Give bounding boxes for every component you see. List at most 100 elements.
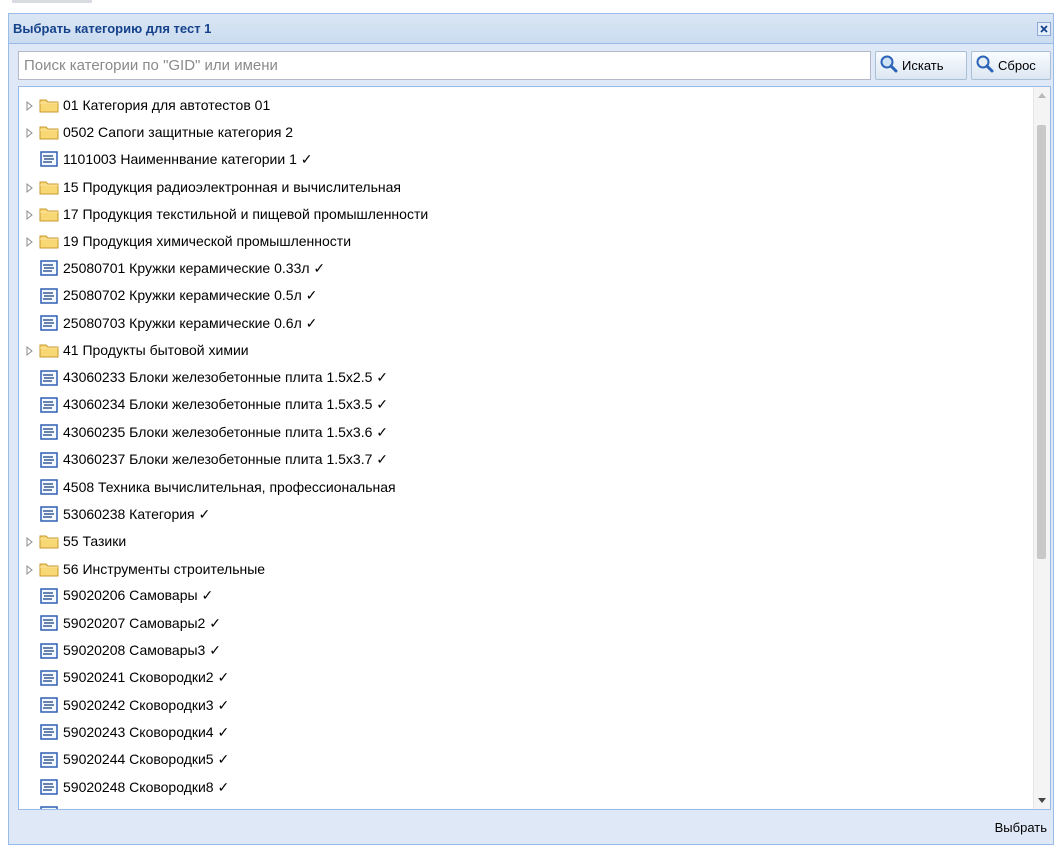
tree-folder-node[interactable]: 01 Категория для автотестов 01 — [19, 91, 1031, 118]
tree-node-label: 56 Инструменты строительные — [63, 560, 266, 577]
tree-leaf-node[interactable]: 59020207 Самовары2 ✓ — [19, 610, 1031, 637]
scrollbar-thumb[interactable] — [1037, 125, 1046, 559]
tree-node-label: 43060235 Блоки железобетонные плита 1.5x… — [63, 423, 389, 440]
tree-leaf-node[interactable]: 53060238 Категория ✓ — [19, 500, 1031, 527]
tree-leaf-node[interactable]: 59020208 Самовары3 ✓ — [19, 637, 1031, 664]
reset-search-icon — [975, 54, 995, 77]
tree-folder-node[interactable]: 55 Тазики — [19, 528, 1031, 555]
search-icon — [879, 54, 899, 77]
close-icon[interactable] — [1037, 22, 1051, 36]
expand-arrow-icon[interactable] — [25, 181, 35, 193]
expand-arrow-icon[interactable] — [25, 208, 35, 220]
scroll-up-icon[interactable] — [1034, 87, 1050, 104]
tree-node-label: 15 Продукция радиоэлектронная и вычислит… — [63, 178, 401, 195]
tree-node-label: 17 Продукция текстильной и пищевой промы… — [63, 205, 429, 222]
tree-node-label: 53060238 Категория ✓ — [63, 505, 211, 522]
tree-leaf-node[interactable]: 43060233 Блоки железобетонные плита 1.5x… — [19, 364, 1031, 391]
tree-node-label: 0502 Сапоги защитные категория 2 — [63, 123, 294, 140]
background-strip — [0, 0, 1054, 10]
leaf-document-icon — [39, 260, 59, 277]
tree-node-label: 41 Продукты бытовой химии — [63, 342, 249, 359]
tree-node-label: 59020248 Сковородки8 ✓ — [63, 778, 230, 795]
tree-node-label: 4508 Техника вычислительная, профессиона… — [63, 478, 396, 495]
folder-icon — [39, 179, 59, 195]
tree-node-label: 1101003 Наименнвание категории 1 ✓ — [63, 150, 313, 167]
category-tree: 01 Категория для автотестов 01 0502 Сапог… — [19, 91, 1031, 809]
dialog-title: Выбрать категорию для тест 1 — [13, 21, 212, 36]
tree-node-label: 59020242 Сковородки3 ✓ — [63, 696, 230, 713]
expand-arrow-icon[interactable] — [25, 563, 35, 575]
tree-leaf-node[interactable]: 25080703 Кружки керамические 0.6л ✓ — [19, 309, 1031, 336]
expand-arrow-icon[interactable] — [25, 126, 35, 138]
leaf-document-icon — [39, 479, 59, 495]
expand-arrow-icon[interactable] — [25, 235, 35, 248]
leaf-document-icon — [39, 642, 59, 659]
leaf-document-icon — [39, 779, 59, 795]
tree-leaf-node[interactable]: 59020248 Сковородки8 ✓ — [19, 773, 1031, 800]
tree-leaf-node[interactable]: 43060237 Блоки железобетонные плита 1.5x… — [19, 446, 1031, 473]
tree-node-label: 43060233 Блоки железобетонные плита 1.5x… — [63, 369, 389, 386]
folder-icon — [39, 342, 59, 358]
tree-node-label: 43060237 Блоки железобетонные плита 1.5x… — [63, 451, 389, 467]
reset-button[interactable]: Сброс — [971, 51, 1051, 80]
scroll-down-icon[interactable] — [1034, 792, 1050, 809]
find-button[interactable]: Искать — [875, 51, 967, 80]
leaf-document-icon — [39, 397, 59, 413]
tree-leaf-node[interactable]: 1101003 Наименнвание категории 1 ✓ — [19, 146, 1031, 173]
tree-node-label: 43060234 Блоки железобетонные плита 1.5x… — [63, 396, 389, 413]
tree-node-label: 25080702 Кружки керамические 0.5л ✓ — [63, 287, 318, 304]
tree-node-label: 59020207 Самовары2 ✓ — [63, 614, 221, 631]
tree-node-label: 01 Категория для автотестов 01 — [63, 96, 271, 113]
background-fragment — [12, 0, 92, 3]
tree-folder-node[interactable]: 41 Продукты бытовой химии — [19, 337, 1031, 364]
search-input[interactable] — [18, 51, 871, 80]
leaf-document-icon — [39, 506, 59, 522]
tree-leaf-node[interactable]: 43060234 Блоки железобетонные плита 1.5x… — [19, 391, 1031, 418]
tree-leaf-node[interactable]: 59020249 Сковородки9 ✓ — [19, 801, 1031, 809]
category-tree-panel: 01 Категория для автотестов 01 0502 Сапог… — [18, 86, 1051, 810]
tree-node-label: 59020208 Самовары3 ✓ — [63, 642, 221, 659]
tree-node-label: 59020206 Самовары ✓ — [63, 587, 214, 604]
leaf-document-icon — [39, 670, 59, 686]
folder-icon — [39, 561, 59, 577]
tree-leaf-node[interactable]: 59020242 Сковородки3 ✓ — [19, 692, 1031, 719]
leaf-document-icon — [39, 315, 59, 331]
tree-leaf-node[interactable]: 25080702 Кружки керамические 0.5л ✓ — [19, 282, 1031, 309]
expand-arrow-icon[interactable] — [25, 535, 35, 548]
tree-folder-node[interactable]: 56 Инструменты строительные — [19, 555, 1031, 582]
select-button[interactable]: Выбрать — [995, 820, 1047, 835]
expand-arrow-icon[interactable] — [25, 99, 35, 111]
tree-folder-node[interactable]: 15 Продукция радиоэлектронная и вычислит… — [19, 173, 1031, 200]
tree-folder-node[interactable]: 0502 Сапоги защитные категория 2 — [19, 118, 1031, 145]
dialog-titlebar[interactable]: Выбрать категорию для тест 1 — [9, 14, 1053, 44]
tree-folder-node[interactable]: 17 Продукция текстильной и пищевой промы… — [19, 200, 1031, 227]
tree-node-label: 59020243 Сковородки4 ✓ — [63, 723, 230, 740]
tree-node-label: 59020241 Сковородки2 ✓ — [63, 669, 230, 686]
tree-leaf-node[interactable]: 43060235 Блоки железобетонные плита 1.5x… — [19, 419, 1031, 446]
tree-leaf-node[interactable]: 59020206 Самовары ✓ — [19, 582, 1031, 609]
tree-scrollbar[interactable] — [1033, 87, 1050, 809]
folder-icon — [39, 233, 59, 249]
folder-icon — [39, 206, 59, 222]
tree-leaf-node[interactable]: 4508 Техника вычислительная, профессиона… — [19, 473, 1031, 500]
tree-folder-node[interactable]: 19 Продукция химической промышленности — [19, 227, 1031, 254]
category-select-dialog: Выбрать категорию для тест 1 Искать Сбро… — [8, 13, 1054, 845]
tree-node-label: 19 Продукция химической промышленности — [63, 233, 352, 250]
leaf-document-icon — [39, 806, 59, 809]
folder-icon — [39, 124, 59, 140]
tree-leaf-node[interactable]: 25080701 Кружки керамические 0.33л ✓ — [19, 255, 1031, 282]
find-button-label: Искать — [902, 58, 944, 73]
reset-button-label: Сброс — [998, 58, 1036, 73]
leaf-document-icon — [39, 151, 59, 167]
leaf-document-icon — [39, 451, 59, 468]
tree-leaf-node[interactable]: 59020241 Сковородки2 ✓ — [19, 664, 1031, 691]
tree-node-label: 59020249 Сковородки9 ✓ — [63, 806, 229, 809]
leaf-document-icon — [39, 424, 59, 440]
tree-node-label: 55 Тазики — [63, 533, 127, 550]
tree-node-label: 25080701 Кружки керамические 0.33л ✓ — [63, 259, 326, 276]
tree-node-label: 59020244 Сковородки5 ✓ — [63, 751, 230, 768]
tree-leaf-node[interactable]: 59020244 Сковородки5 ✓ — [19, 746, 1031, 773]
expand-arrow-icon[interactable] — [25, 344, 35, 357]
folder-icon — [39, 97, 59, 113]
tree-leaf-node[interactable]: 59020243 Сковородки4 ✓ — [19, 719, 1031, 746]
